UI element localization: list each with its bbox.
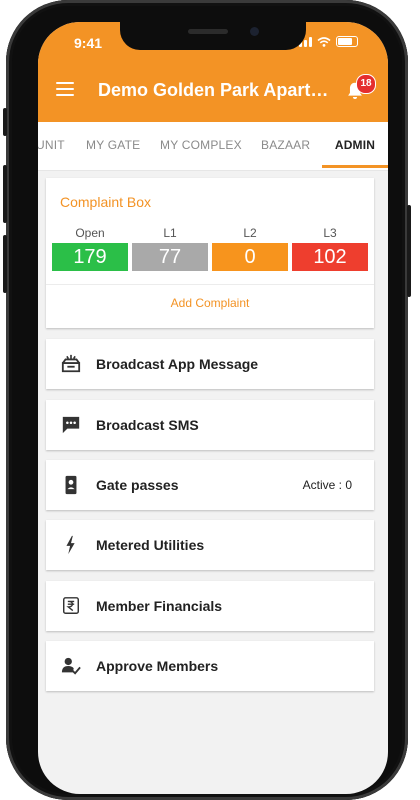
menu-item-metered-utilities[interactable]: Metered Utilities <box>46 520 374 570</box>
tab-unit[interactable]: UNIT <box>38 122 65 168</box>
approve-member-icon <box>61 657 81 675</box>
menu-item-label: Gate passes <box>96 477 179 493</box>
stat-label-l2: L2 <box>243 226 257 240</box>
sms-icon <box>62 416 80 434</box>
menu-item-member-financials[interactable]: Member Financials <box>46 581 374 631</box>
volume-up-button <box>3 165 7 223</box>
notch <box>120 22 306 50</box>
phone-frame: 9:41 Demo Golden Park Apartm... 18 UNIT … <box>3 0 411 800</box>
complaint-box-card: Complaint Box Open L1 L2 L3 179 77 0 102… <box>46 178 374 328</box>
complaint-stat-labels: Open L1 L2 L3 <box>52 226 368 240</box>
volume-down-button <box>3 235 7 293</box>
tab-bazaar[interactable]: BAZAAR <box>261 122 310 168</box>
stat-open[interactable]: 179 <box>52 243 128 271</box>
wifi-icon <box>317 36 331 47</box>
menu-item-broadcast-app-message[interactable]: Broadcast App Message <box>46 339 374 389</box>
tab-admin[interactable]: ADMIN <box>322 122 388 168</box>
stat-label-l3: L3 <box>323 226 337 240</box>
stat-l1[interactable]: 77 <box>132 243 208 271</box>
menu-item-gate-passes[interactable]: Gate passes Active : 0 <box>46 460 374 510</box>
menu-item-label: Approve Members <box>96 658 219 674</box>
hamburger-menu-icon[interactable] <box>56 82 74 96</box>
stat-l3[interactable]: 102 <box>292 243 368 271</box>
menu-item-label: Member Financials <box>96 598 223 614</box>
complaint-stat-row: 179 77 0 102 <box>52 243 368 271</box>
rupee-icon <box>63 597 79 614</box>
menu-item-broadcast-sms[interactable]: Broadcast SMS <box>46 400 374 450</box>
notification-badge: 18 <box>356 74 376 94</box>
status-time: 9:41 <box>74 35 103 51</box>
add-complaint-link[interactable]: Add Complaint <box>46 296 374 310</box>
battery-icon <box>336 36 358 47</box>
stat-l2[interactable]: 0 <box>212 243 288 271</box>
divider <box>46 284 374 285</box>
menu-item-approve-members[interactable]: Approve Members <box>46 641 374 691</box>
broadcast-message-icon <box>61 354 81 373</box>
stat-label-l1: L1 <box>163 226 177 240</box>
front-camera <box>250 27 259 36</box>
gate-pass-icon <box>65 475 77 495</box>
phone-screen: 9:41 Demo Golden Park Apartm... 18 UNIT … <box>38 22 388 794</box>
complaint-box-title: Complaint Box <box>60 194 152 210</box>
tab-my-complex[interactable]: MY COMPLEX <box>160 122 242 168</box>
gate-pass-active-count: Active : 0 <box>302 478 352 492</box>
menu-item-label: Broadcast SMS <box>96 417 199 433</box>
speaker <box>188 29 228 34</box>
tab-my-gate[interactable]: MY GATE <box>86 122 140 168</box>
lightning-icon <box>66 535 75 555</box>
menu-item-label: Metered Utilities <box>96 537 205 553</box>
menu-item-label: Broadcast App Message <box>96 356 259 372</box>
stat-label-open: Open <box>75 226 105 240</box>
mute-switch <box>3 108 7 136</box>
power-button <box>407 205 411 297</box>
app-title: Demo Golden Park Apartm... <box>98 80 338 100</box>
tab-bar: UNIT MY GATE MY COMPLEX BAZAAR ADMIN <box>38 122 388 171</box>
